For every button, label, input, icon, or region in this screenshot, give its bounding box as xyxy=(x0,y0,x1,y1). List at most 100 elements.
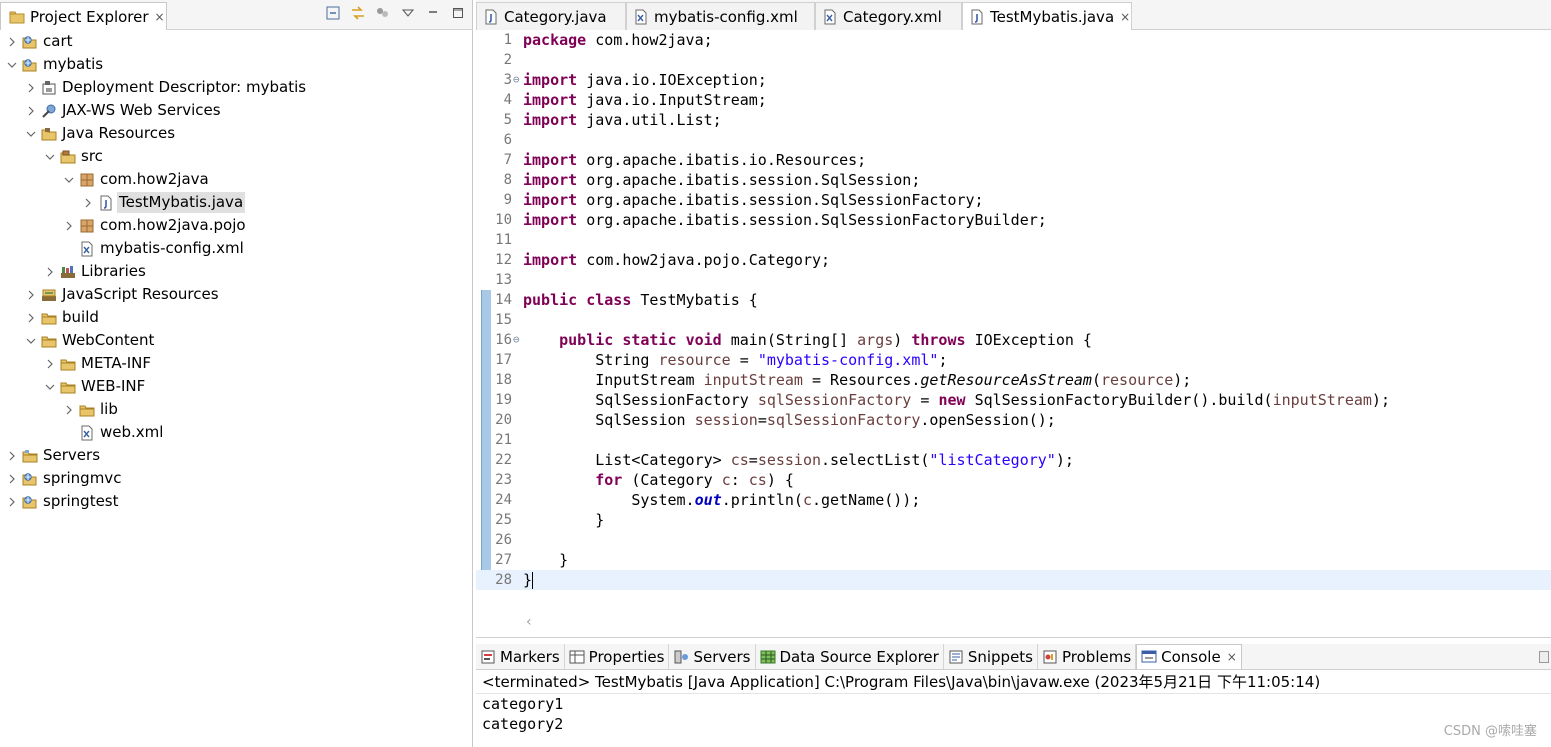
chevron-right-icon[interactable] xyxy=(82,198,94,208)
tree-item[interactable]: springtest xyxy=(0,490,121,513)
tree-item[interactable]: META-INF xyxy=(0,352,153,375)
chevron-down-icon[interactable] xyxy=(25,337,37,345)
horizontal-scrollbar[interactable]: ‹ xyxy=(476,608,1551,638)
code-line[interactable]: 3 ⊖ import java.io.IOException; xyxy=(476,70,1551,90)
chevron-right-icon[interactable] xyxy=(6,451,18,461)
bottom-tab[interactable]: Snippets xyxy=(944,644,1038,669)
bottom-tab[interactable]: Console × xyxy=(1136,644,1242,669)
code-line[interactable]: 23 for (Category c: cs) { xyxy=(476,470,1551,490)
console-output[interactable]: category1 category2 xyxy=(476,694,1551,734)
tree-item[interactable]: mybatis xyxy=(0,53,105,76)
chevron-right-icon[interactable] xyxy=(25,290,37,300)
code-line[interactable]: 10 import org.apache.ibatis.session.SqlSe… xyxy=(476,210,1551,230)
bottom-tab[interactable]: Properties xyxy=(565,644,670,669)
tree-item[interactable]: com.how2java xyxy=(0,168,211,191)
chevron-down-icon[interactable] xyxy=(44,153,56,161)
chevron-right-icon[interactable] xyxy=(25,83,37,93)
chevron-down-icon[interactable] xyxy=(25,130,37,138)
chevron-down-icon[interactable] xyxy=(44,383,56,391)
tree-item[interactable]: Libraries xyxy=(0,260,148,283)
code-line[interactable]: 4 import java.io.InputStream; xyxy=(476,90,1551,110)
close-icon[interactable]: × xyxy=(1120,10,1130,24)
collapse-all-icon[interactable] xyxy=(325,5,341,21)
line-number: 13 xyxy=(495,272,512,288)
chevron-right-icon[interactable] xyxy=(63,221,75,231)
code-line[interactable]: 5 import java.util.List; xyxy=(476,110,1551,130)
view-menu-icon[interactable] xyxy=(400,5,416,21)
chevron-right-icon[interactable] xyxy=(25,313,37,323)
line-number: 7 xyxy=(503,152,512,168)
code-line[interactable]: 11 xyxy=(476,230,1551,250)
chevron-right-icon[interactable] xyxy=(6,474,18,484)
code-line[interactable]: 13 xyxy=(476,270,1551,290)
code-line[interactable]: 15 xyxy=(476,310,1551,330)
close-icon[interactable]: × xyxy=(155,10,165,24)
chevron-down-icon[interactable] xyxy=(63,176,75,184)
bottom-tab[interactable]: Data Source Explorer xyxy=(756,644,944,669)
tree-item[interactable]: WebContent xyxy=(0,329,156,352)
editor-tab[interactable]: TestMybatis.java × xyxy=(962,2,1132,31)
tree-item[interactable]: web.xml xyxy=(0,421,165,444)
code-line[interactable]: 7 import org.apache.ibatis.io.Resources; xyxy=(476,150,1551,170)
chevron-right-icon[interactable] xyxy=(63,405,75,415)
scroll-left-icon[interactable]: ‹ xyxy=(526,614,532,630)
chevron-down-icon[interactable] xyxy=(6,61,18,69)
chevron-right-icon[interactable] xyxy=(6,497,18,507)
code-line[interactable]: 25 } xyxy=(476,510,1551,530)
code-editor[interactable]: 1 package com.how2java; 2 3 ⊖ import java.io.… xyxy=(476,30,1551,608)
code-line[interactable]: 2 xyxy=(476,50,1551,70)
problems-icon xyxy=(1042,649,1058,665)
maximize-icon[interactable] xyxy=(450,5,466,21)
code-line[interactable]: 26 xyxy=(476,530,1551,550)
editor-tab[interactable]: Category.java xyxy=(476,2,626,30)
tree-item[interactable]: src xyxy=(0,145,105,168)
tree-item[interactable]: com.how2java.pojo xyxy=(0,214,248,237)
editor-tab[interactable]: Category.xml xyxy=(815,2,962,30)
tree-item[interactable]: JAX-WS Web Services xyxy=(0,99,223,122)
bottom-tab[interactable]: Markers xyxy=(476,644,565,669)
code-line[interactable]: 21 xyxy=(476,430,1551,450)
code-line[interactable]: 19 SqlSessionFactory sqlSessionFactory =… xyxy=(476,390,1551,410)
chevron-right-icon[interactable] xyxy=(44,359,56,369)
tree-item[interactable]: springmvc xyxy=(0,467,123,490)
code-line[interactable]: 14 public class TestMybatis { xyxy=(476,290,1551,310)
tree-item[interactable]: Deployment Descriptor: mybatis xyxy=(0,76,308,99)
tree-item[interactable]: WEB-INF xyxy=(0,375,147,398)
minimize-icon[interactable] xyxy=(1539,651,1549,663)
chevron-right-icon[interactable] xyxy=(6,37,18,47)
code-line[interactable]: 1 package com.how2java; xyxy=(476,30,1551,50)
code-line[interactable]: 8 import org.apache.ibatis.session.SqlSes… xyxy=(476,170,1551,190)
code-line[interactable]: 18 InputStream inputStream = Resources.g… xyxy=(476,370,1551,390)
minimize-icon[interactable] xyxy=(425,5,441,21)
tree-item[interactable]: cart xyxy=(0,30,75,53)
tree-item[interactable]: Java Resources xyxy=(0,122,177,145)
chevron-right-icon[interactable] xyxy=(44,267,56,277)
code-line[interactable]: 20 SqlSession session=sqlSessionFactory.… xyxy=(476,410,1551,430)
tab-project-explorer[interactable]: Project Explorer × xyxy=(0,2,167,30)
bottom-tab[interactable]: Problems xyxy=(1038,644,1137,669)
code-text: import java.io.IOException; xyxy=(523,71,767,89)
fold-toggle-icon[interactable]: ⊖ xyxy=(513,330,520,350)
tree-item[interactable]: lib xyxy=(0,398,120,421)
code-line[interactable]: 12 import com.how2java.pojo.Category; xyxy=(476,250,1551,270)
code-line[interactable]: 27 } xyxy=(476,550,1551,570)
code-line[interactable]: 28} xyxy=(476,570,1551,590)
fold-toggle-icon[interactable]: ⊖ xyxy=(513,70,520,90)
editor-tab[interactable]: mybatis-config.xml xyxy=(626,2,815,30)
chevron-right-icon[interactable] xyxy=(25,106,37,116)
code-line[interactable]: 9 import org.apache.ibatis.session.SqlSes… xyxy=(476,190,1551,210)
tree-item[interactable]: TestMybatis.java xyxy=(0,191,246,214)
code-line[interactable]: 17 String resource = "mybatis-config.xml… xyxy=(476,350,1551,370)
tree-item[interactable]: JavaScript Resources xyxy=(0,283,221,306)
code-line[interactable]: 24 System.out.println(c.getName()); xyxy=(476,490,1551,510)
code-line[interactable]: 6 xyxy=(476,130,1551,150)
bottom-tab[interactable]: Servers xyxy=(669,644,756,669)
tree-item[interactable]: mybatis-config.xml xyxy=(0,237,246,260)
close-icon[interactable]: × xyxy=(1227,650,1237,664)
link-with-editor-icon[interactable] xyxy=(350,5,366,21)
tree-item[interactable]: Servers xyxy=(0,444,102,467)
tree-item[interactable]: build xyxy=(0,306,101,329)
filter-icon[interactable] xyxy=(375,5,391,21)
code-line[interactable]: 22 List<Category> cs=session.selectList(… xyxy=(476,450,1551,470)
code-line[interactable]: 16 ⊖ public static void main(String[] arg… xyxy=(476,330,1551,350)
